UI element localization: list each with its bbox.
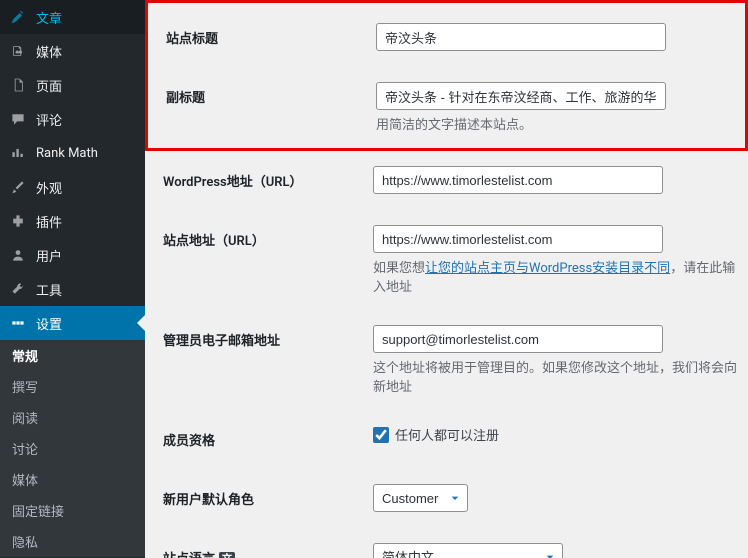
main-menu: 文章 媒体 页面 评论 Rank Math 外观 xyxy=(0,0,145,340)
checkbox-text: 任何人都可以注册 xyxy=(395,425,499,444)
submenu-discussion[interactable]: 讨论 xyxy=(0,433,145,464)
input-wp-url[interactable] xyxy=(373,166,663,194)
label-site-title: 站点标题 xyxy=(166,8,366,67)
membership-label[interactable]: 任何人都可以注册 xyxy=(373,425,499,444)
select-language[interactable]: 简体中文 xyxy=(373,543,563,558)
label-site-language: 站点语言文 xyxy=(163,528,363,558)
menu-label: 工具 xyxy=(36,280,62,299)
submenu-writing[interactable]: 撰写 xyxy=(0,371,145,402)
menu-label: 用户 xyxy=(36,246,62,265)
menu-label: 评论 xyxy=(36,110,62,129)
translate-icon: 文 xyxy=(219,552,235,558)
input-site-url[interactable] xyxy=(373,225,663,253)
link-site-url-diff[interactable]: 让您的站点主页与WordPress安装目录不同 xyxy=(425,261,670,276)
submenu-general[interactable]: 常规 xyxy=(0,340,145,371)
page-icon xyxy=(8,75,28,95)
label-admin-email: 管理员电子邮箱地址 xyxy=(163,310,363,410)
sidebar-item-comments[interactable]: 评论 xyxy=(0,102,145,136)
label-membership: 成员资格 xyxy=(163,410,363,469)
menu-label: 外观 xyxy=(36,178,62,197)
brush-icon xyxy=(8,177,28,197)
plugin-icon xyxy=(8,211,28,231)
media-icon xyxy=(8,41,28,61)
highlight-title-tagline: 站点标题 副标题 用简洁的文字描述本站点。 xyxy=(145,0,748,151)
tool-icon xyxy=(8,279,28,299)
chart-icon xyxy=(8,143,28,163)
user-icon xyxy=(8,245,28,265)
menu-label: 插件 xyxy=(36,212,62,231)
sidebar-item-posts[interactable]: 文章 xyxy=(0,0,145,34)
admin-sidebar: 文章 媒体 页面 评论 Rank Math 外观 xyxy=(0,0,145,558)
sidebar-item-pages[interactable]: 页面 xyxy=(0,68,145,102)
settings-icon xyxy=(8,313,28,333)
input-tagline[interactable] xyxy=(376,82,666,110)
sidebar-item-rankmath[interactable]: Rank Math xyxy=(0,136,145,170)
label-tagline: 副标题 xyxy=(166,67,366,148)
label-site-url: 站点地址（URL） xyxy=(163,210,363,310)
settings-submenu: 常规 撰写 阅读 讨论 媒体 固定链接 隐私 xyxy=(0,340,145,557)
comment-icon xyxy=(8,109,28,129)
desc-site-url: 如果您想让您的站点主页与WordPress安装目录不同，请在此输入地址 xyxy=(373,257,738,295)
desc-admin-email: 这个地址将被用于管理目的。如果您修改这个地址，我们将会向新地址 xyxy=(373,357,738,395)
pin-icon xyxy=(8,7,28,27)
menu-label: 页面 xyxy=(36,76,62,95)
submenu-media[interactable]: 媒体 xyxy=(0,464,145,495)
sidebar-item-plugins[interactable]: 插件 xyxy=(0,204,145,238)
sidebar-item-settings[interactable]: 设置 xyxy=(0,306,145,340)
sidebar-item-tools[interactable]: 工具 xyxy=(0,272,145,306)
sidebar-item-users[interactable]: 用户 xyxy=(0,238,145,272)
menu-label: 设置 xyxy=(36,314,62,333)
input-site-title[interactable] xyxy=(376,23,666,51)
settings-main: 站点标题 副标题 用简洁的文字描述本站点。 WordPress地址（URL） xyxy=(145,0,748,558)
select-default-role[interactable]: Customer xyxy=(373,484,468,512)
submenu-reading[interactable]: 阅读 xyxy=(0,402,145,433)
menu-label: Rank Math xyxy=(36,146,98,161)
label-wp-url: WordPress地址（URL） xyxy=(163,151,363,210)
checkbox-membership[interactable] xyxy=(373,427,389,443)
menu-label: 文章 xyxy=(36,8,62,27)
menu-label: 媒体 xyxy=(36,42,62,61)
label-default-role: 新用户默认角色 xyxy=(163,469,363,528)
submenu-permalinks[interactable]: 固定链接 xyxy=(0,495,145,526)
submenu-privacy[interactable]: 隐私 xyxy=(0,526,145,557)
sidebar-item-appearance[interactable]: 外观 xyxy=(0,170,145,204)
desc-tagline: 用简洁的文字描述本站点。 xyxy=(376,114,735,133)
input-admin-email[interactable] xyxy=(373,325,663,353)
sidebar-item-media[interactable]: 媒体 xyxy=(0,34,145,68)
